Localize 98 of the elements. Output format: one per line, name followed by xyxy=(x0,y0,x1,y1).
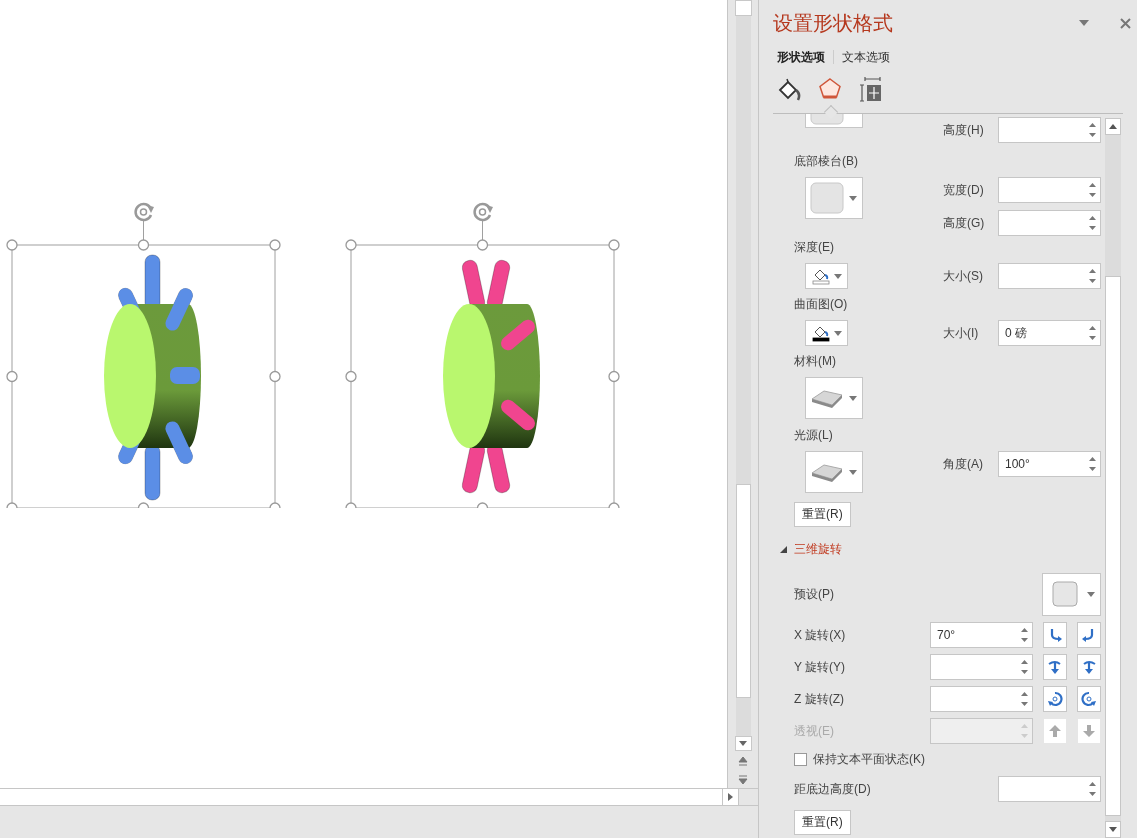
caret-icon xyxy=(849,195,857,201)
field-label: 距底边高度(D) xyxy=(794,780,871,798)
spin-field[interactable] xyxy=(998,210,1101,236)
spin-arrows-icon[interactable] xyxy=(1089,325,1096,341)
down-arrow-icon xyxy=(1081,723,1097,739)
spin-field[interactable] xyxy=(930,686,1033,712)
spin-field[interactable]: 100° xyxy=(998,451,1101,477)
field-label: 高度(G) xyxy=(943,214,986,232)
paint-bucket-line-icon xyxy=(812,324,830,342)
rotate-button[interactable] xyxy=(1077,622,1101,648)
rotate-button[interactable] xyxy=(1077,718,1101,744)
scroll-right-button[interactable] xyxy=(722,789,739,805)
preset-dropdown[interactable] xyxy=(805,377,863,419)
collapse-triangle-icon[interactable] xyxy=(780,545,787,553)
circular-arrow-icon xyxy=(1081,691,1097,707)
spin-arrows-icon[interactable] xyxy=(1089,182,1096,198)
caret-icon xyxy=(849,395,857,401)
reset-button[interactable]: 重置(R) xyxy=(794,501,851,527)
checkbox-label[interactable]: 保持文本平面状态(K) xyxy=(813,750,925,768)
color-dropdown[interactable] xyxy=(805,263,848,289)
section-label: 材料(M) xyxy=(794,352,836,370)
spin-field[interactable]: 70° xyxy=(930,622,1033,648)
bevel-swatch-icon xyxy=(810,182,844,214)
field-label: 预设(P) xyxy=(794,585,834,603)
selection-frame[interactable] xyxy=(345,220,620,508)
rotate-button[interactable] xyxy=(1077,654,1101,680)
field-label: 大小(S) xyxy=(943,267,984,285)
caret-icon xyxy=(834,273,842,279)
spin-arrows-icon[interactable] xyxy=(1021,691,1028,707)
scroll-arrow-icon xyxy=(728,793,733,801)
paint-bucket-icon xyxy=(812,267,830,285)
size-position-icon[interactable] xyxy=(859,77,883,103)
lighting-swatch-icon xyxy=(810,461,844,483)
spin-field[interactable]: 0 磅 xyxy=(998,320,1101,346)
scroll-thumb[interactable] xyxy=(1105,276,1121,816)
rotate-button[interactable] xyxy=(1043,622,1067,648)
field-label: 透视(E) xyxy=(794,722,834,740)
field-label: Z 旋转(Z) xyxy=(794,690,844,708)
curved-arrow-icon xyxy=(1047,659,1063,675)
rotate-button[interactable] xyxy=(1043,686,1067,712)
options-tab[interactable]: 形状选项 xyxy=(777,48,825,66)
spin-field[interactable] xyxy=(930,654,1033,680)
scroll-arrow-icon xyxy=(1109,827,1117,832)
rotate-button[interactable] xyxy=(1043,718,1067,744)
reset-button[interactable]: 重置(R) xyxy=(794,809,851,835)
close-icon[interactable] xyxy=(1120,17,1131,29)
page-nav-icon[interactable] xyxy=(738,754,748,784)
pane-title: 设置形状格式 xyxy=(773,10,893,36)
caret-icon xyxy=(834,330,842,336)
spin-field[interactable] xyxy=(998,263,1101,289)
rotate-handle-icon[interactable] xyxy=(473,202,493,222)
section-label: 深度(E) xyxy=(794,238,834,256)
scroll-arrow-icon xyxy=(739,741,747,746)
horizontal-scrollbar[interactable] xyxy=(0,788,758,806)
field-label: 大小(I) xyxy=(943,324,980,342)
section-label: 光源(L) xyxy=(794,426,833,444)
scroll-thumb[interactable] xyxy=(735,484,751,698)
scroll-down-button[interactable] xyxy=(1105,821,1121,838)
field-label: 宽度(D) xyxy=(943,181,985,199)
options-tab[interactable]: 文本选项 xyxy=(842,48,890,66)
rotate-button[interactable] xyxy=(1043,654,1067,680)
spin-arrows-icon[interactable] xyxy=(1089,215,1096,231)
color-dropdown[interactable] xyxy=(805,320,848,346)
caret-icon xyxy=(849,469,857,475)
field-label: 角度(A) xyxy=(943,455,984,473)
field-label: X 旋转(X) xyxy=(794,626,846,644)
rotate-handle-icon[interactable] xyxy=(134,202,154,222)
selection-frame[interactable] xyxy=(6,220,281,508)
spin-arrows-icon[interactable] xyxy=(1021,659,1028,675)
rotate-button[interactable] xyxy=(1077,686,1101,712)
section-label: 曲面图(O) xyxy=(794,295,848,313)
spin-field[interactable] xyxy=(998,177,1101,203)
dropdown-caret-icon[interactable] xyxy=(1079,20,1089,26)
spin-field[interactable] xyxy=(998,117,1101,143)
spin-arrows-icon[interactable] xyxy=(1089,781,1096,797)
field-label: Y 旋转(Y) xyxy=(794,658,846,676)
spin-arrows-icon[interactable] xyxy=(1089,122,1096,138)
scroll-arrow-icon xyxy=(1109,124,1117,129)
checkbox[interactable] xyxy=(794,752,807,766)
up-arrow-icon xyxy=(1047,723,1063,739)
spin-arrows-icon[interactable] xyxy=(1021,627,1028,643)
pane-scrollbar[interactable] xyxy=(1105,118,1121,838)
preset-dropdown[interactable] xyxy=(805,451,863,493)
spin-field[interactable] xyxy=(930,718,1033,744)
spin-field[interactable] xyxy=(998,776,1101,802)
section-label: 底部棱台(B) xyxy=(794,152,858,170)
paint-bucket-icon[interactable] xyxy=(776,78,802,102)
curved-arrow-icon xyxy=(1081,659,1097,675)
preset-swatch-icon xyxy=(1052,581,1078,607)
circular-arrow-icon xyxy=(1047,691,1063,707)
caret-icon xyxy=(1087,591,1095,597)
spin-arrows-icon[interactable] xyxy=(1089,456,1096,472)
field-label: 高度(H) xyxy=(943,121,985,139)
section-heading[interactable]: 三维旋转 xyxy=(794,540,842,558)
scroll-down-button[interactable] xyxy=(734,736,752,751)
material-swatch-icon xyxy=(810,387,844,409)
spin-arrows-icon[interactable] xyxy=(1089,268,1096,284)
scroll-up-button[interactable] xyxy=(1105,118,1121,135)
